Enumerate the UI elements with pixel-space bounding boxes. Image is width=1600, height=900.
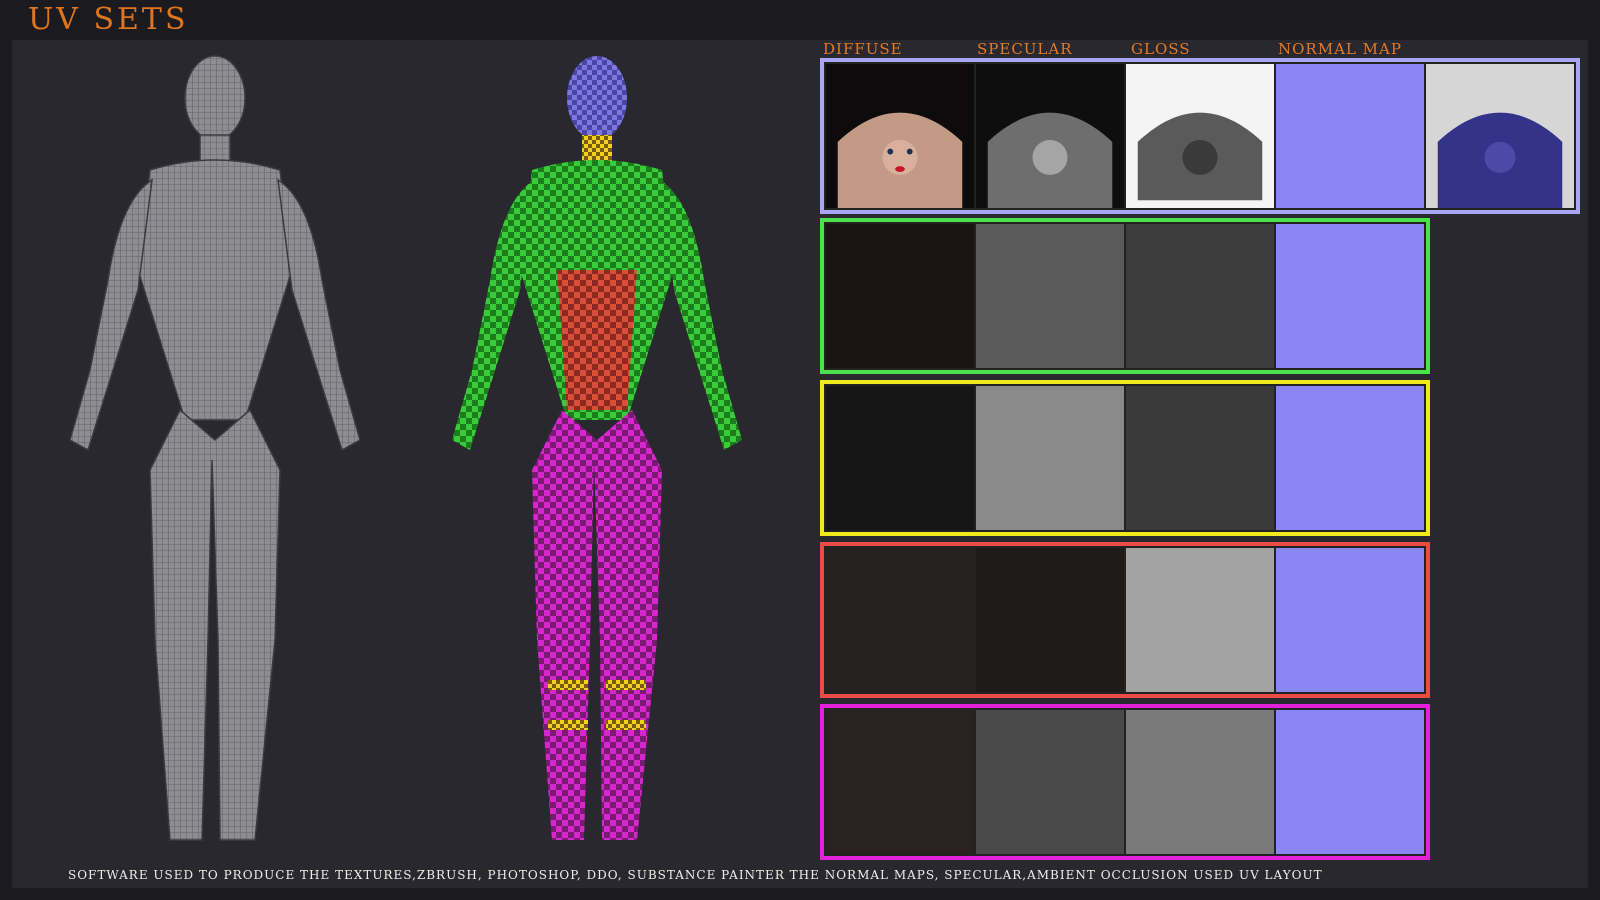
column-label-gloss: GLOSS (1131, 40, 1191, 58)
details-gloss-tile (1126, 548, 1274, 692)
column-label-specular: SPECULAR (977, 40, 1073, 58)
details-specular-tile (976, 548, 1124, 692)
head-diffuse-tile (826, 64, 974, 208)
head-specular-tile (976, 64, 1124, 208)
uv-set-legs (820, 380, 1430, 536)
column-label-diffuse: DIFFUSE (823, 40, 903, 58)
details-normal-map-tile (1276, 548, 1424, 692)
boots-diffuse-tile (826, 710, 974, 854)
column-label-normal-map: NORMAL MAP (1278, 40, 1402, 58)
legs-specular-tile (976, 386, 1124, 530)
head-ambient-occlusion-tile (1426, 64, 1574, 208)
uv-checker-model (452, 56, 742, 840)
torso-normal-map-tile (1276, 224, 1424, 368)
boots-normal-map-tile (1276, 710, 1424, 854)
boots-gloss-tile (1126, 710, 1274, 854)
torso-diffuse-tile (826, 224, 974, 368)
head-normal-map-tile (1276, 64, 1424, 208)
torso-specular-tile (976, 224, 1124, 368)
legs-diffuse-tile (826, 386, 974, 530)
torso-gloss-tile (1126, 224, 1274, 368)
uv-set-torso (820, 218, 1430, 374)
uv-set-head (820, 58, 1580, 214)
uv-set-boots (820, 704, 1430, 860)
legs-gloss-tile (1126, 386, 1274, 530)
details-diffuse-tile (826, 548, 974, 692)
legs-normal-map-tile (1276, 386, 1424, 530)
uv-set-details (820, 542, 1430, 698)
head-gloss-tile (1126, 64, 1274, 208)
software-footnote: SOFTWARE USED TO PRODUCE THE TEXTURES,ZB… (68, 868, 1323, 882)
boots-specular-tile (976, 710, 1124, 854)
wireframe-model (69, 55, 361, 841)
page-title: UV SETS (28, 2, 189, 37)
